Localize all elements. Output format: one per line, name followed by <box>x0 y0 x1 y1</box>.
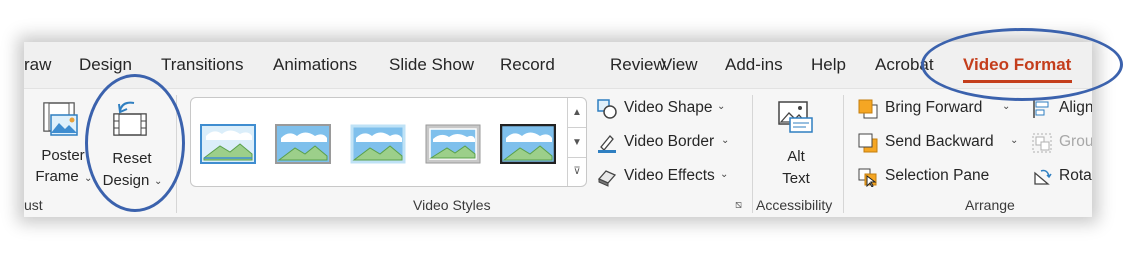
poster-frame-label-1: Poster <box>41 147 85 164</box>
tab-view[interactable]: View <box>661 55 698 75</box>
chevron-down-icon: ⌄ <box>717 101 726 112</box>
send-backward-label: Send Backward <box>885 133 994 150</box>
group-label-adjust: ust <box>24 197 43 213</box>
rotate-button[interactable]: Rota <box>1032 165 1092 189</box>
highlight-ellipse-video-format <box>921 28 1123 101</box>
video-style-thumb-4[interactable] <box>425 124 481 164</box>
align-button[interactable]: Align <box>1032 97 1092 121</box>
video-style-thumb-5[interactable] <box>500 124 556 164</box>
video-shape-label: Video Shape <box>624 99 713 116</box>
tab-slide-show[interactable]: Slide Show <box>389 55 474 75</box>
group-divider <box>843 95 844 213</box>
video-border-button[interactable]: Video Border ⌄ <box>597 131 737 155</box>
poster-frame-button[interactable]: Poster Frame ⌄ <box>34 93 92 191</box>
tab-record[interactable]: Record <box>500 55 555 75</box>
video-style-thumb-3[interactable] <box>350 124 406 164</box>
tab-design[interactable]: Design <box>79 55 132 75</box>
group-objects-icon <box>1032 133 1052 153</box>
pen-border-icon <box>598 135 616 153</box>
align-label: Align <box>1059 99 1092 116</box>
group-objects-label: Grou <box>1059 133 1092 150</box>
selection-pane-button[interactable]: Selection Pane <box>858 165 1018 189</box>
rotate-icon <box>1034 169 1052 185</box>
group-label-accessibility: Accessibility <box>756 197 833 213</box>
tab-draw[interactable]: raw <box>24 55 51 75</box>
poster-frame-icon <box>43 102 78 136</box>
chevron-down-icon[interactable]: ⌄ <box>1002 101 1010 112</box>
video-shape-button[interactable]: Video Shape ⌄ <box>597 97 737 121</box>
dialog-launcher-icon[interactable]: ⧅ <box>735 199 742 212</box>
tab-animations[interactable]: Animations <box>273 55 357 75</box>
group-label-arrange: Arrange <box>965 197 1015 213</box>
gallery-scroll-down-button[interactable]: ▼ <box>568 127 586 158</box>
video-style-thumb-2[interactable] <box>275 124 331 164</box>
video-shape-icon <box>597 99 617 119</box>
gallery-scrollbar: ▲ ▼ ⊽ <box>567 98 586 186</box>
group-objects-button: Grou <box>1032 131 1092 155</box>
bring-forward-label: Bring Forward <box>885 99 983 116</box>
send-backward-button[interactable]: Send Backward ⌄ <box>858 131 1023 155</box>
tab-review[interactable]: Review <box>610 55 666 75</box>
chevron-down-icon: ⌄ <box>720 169 729 180</box>
tab-add-ins[interactable]: Add-ins <box>725 55 783 75</box>
chevron-down-icon: ⌄ <box>721 135 730 146</box>
alt-text-icon <box>778 101 813 133</box>
chevron-down-icon[interactable]: ⌄ <box>1010 135 1018 146</box>
alt-text-button[interactable]: Alt Text <box>766 93 826 191</box>
tab-transitions[interactable]: Transitions <box>161 55 244 75</box>
video-effects-label: Video Effects <box>624 167 715 184</box>
video-effects-button[interactable]: Video Effects ⌄ <box>597 165 737 189</box>
video-border-label: Video Border <box>624 133 715 150</box>
align-icon <box>1033 100 1049 118</box>
alt-text-label-1: Alt <box>787 148 805 165</box>
gallery-more-button[interactable]: ⊽ <box>568 157 586 186</box>
video-effects-icon <box>597 170 617 187</box>
tab-help[interactable]: Help <box>811 55 846 75</box>
alt-text-label-2: Text <box>782 170 810 187</box>
rotate-label: Rota <box>1059 167 1092 184</box>
highlight-ellipse-reset-design <box>85 74 185 212</box>
video-styles-gallery[interactable]: ▲ ▼ ⊽ <box>190 97 587 187</box>
video-style-thumb-1[interactable] <box>200 124 256 164</box>
bring-forward-icon <box>858 99 878 119</box>
bring-forward-button[interactable]: Bring Forward ⌄ <box>858 97 1018 121</box>
group-divider <box>752 95 753 213</box>
send-backward-icon <box>858 133 878 153</box>
group-label-video-styles: Video Styles <box>413 197 491 213</box>
gallery-scroll-up-button[interactable]: ▲ <box>568 98 586 127</box>
selection-pane-label: Selection Pane <box>885 167 990 184</box>
poster-frame-label-2: Frame <box>35 168 79 185</box>
selection-pane-icon <box>858 168 877 187</box>
